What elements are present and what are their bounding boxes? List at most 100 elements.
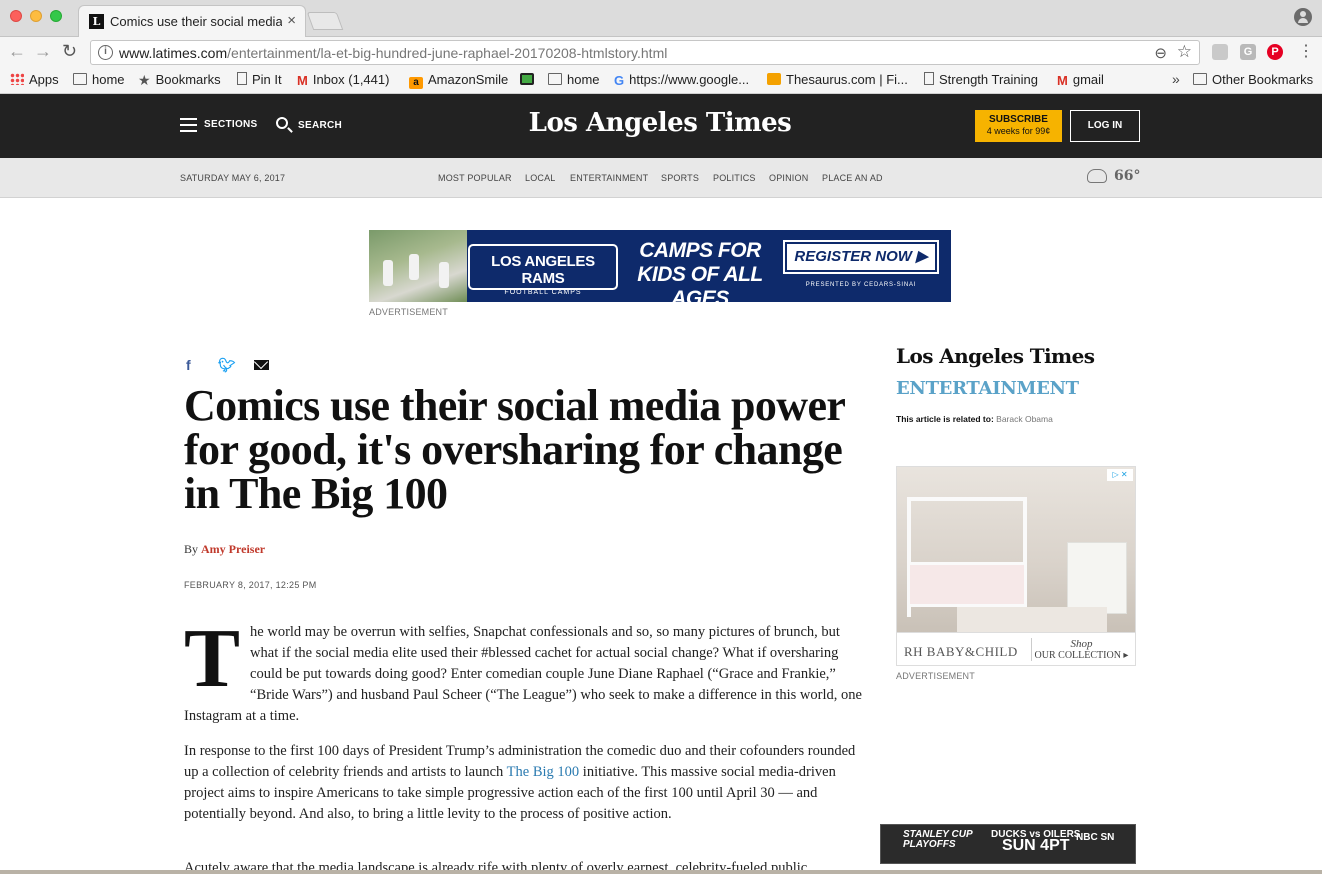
zoom-icon[interactable]: ⊖ <box>1154 44 1167 62</box>
close-tab-icon[interactable]: × <box>287 12 296 29</box>
big-100-link[interactable]: The Big 100 <box>507 764 580 780</box>
bookmark-gmail[interactable]: Mgmail <box>1057 72 1104 88</box>
ad-brand-bar: RH BABY&CHILD Shop OUR COLLECTION ▸ <box>897 632 1135 665</box>
page-icon <box>924 72 934 85</box>
article-paragraph: The world may be overrun with selfies, S… <box>184 612 866 727</box>
rh-baby-child-advertisement[interactable]: ▷ ✕ RH BABY&CHILD Shop OUR COLLECTION ▸ <box>896 466 1136 666</box>
drop-cap: T <box>184 612 241 705</box>
sidebar-section-title[interactable]: ENTERTAINMENT <box>896 378 1079 399</box>
adchoices-icon[interactable]: ▷ ✕ <box>1107 469 1133 481</box>
temperature: 66° <box>1114 168 1141 184</box>
sidebar-logo[interactable]: Los Angeles Times <box>896 344 1095 368</box>
bookmark-bookmarks[interactable]: ★ Bookmarks <box>138 72 221 89</box>
subscribe-label: SUBSCRIBE <box>989 114 1048 125</box>
section-nav-bar: SATURDAY MAY 6, 2017 MOST POPULAR LOCAL … <box>0 158 1322 198</box>
rams-subtitle: FOOTBALL CAMPS <box>504 289 582 296</box>
forward-arrow-icon[interactable]: → <box>34 41 52 62</box>
more-bookmarks-chevron-icon[interactable]: » <box>1172 71 1180 87</box>
bookmark-home[interactable]: home <box>73 72 125 87</box>
shop-label: Shop <box>1070 638 1093 650</box>
maximize-window-button[interactable] <box>50 10 62 22</box>
dropbox-extension-icon[interactable] <box>1212 44 1228 60</box>
collection-label: OUR COLLECTION ▸ <box>1034 650 1129 661</box>
browser-tab-active[interactable]: L Comics use their social media power fo… <box>78 5 306 37</box>
gmail-icon: M <box>297 73 308 88</box>
g-extension-icon[interactable]: G <box>1240 44 1256 60</box>
address-bar[interactable]: i www.latimes.com/entertainment/la-et-bi… <box>90 40 1200 65</box>
ad-presented-by: PRESENTED BY CEDARS-SINAI <box>805 282 917 288</box>
email-share-icon[interactable] <box>254 360 269 370</box>
rams-camp-advertisement[interactable]: LOS ANGELES RAMS FOOTBALL CAMPS CAMPS FO… <box>369 230 951 302</box>
related-topic-link[interactable]: Barack Obama <box>996 414 1053 424</box>
close-window-button[interactable] <box>10 10 22 22</box>
search-button[interactable]: SEARCH <box>298 120 342 131</box>
nav-sports[interactable]: SPORTS <box>661 173 699 183</box>
advertisement-label: ADVERTISEMENT <box>896 671 975 681</box>
login-button[interactable]: LOG IN <box>1070 110 1140 142</box>
browser-toolbar: ← → ↻ i www.latimes.com/entertainment/la… <box>0 37 1322 68</box>
paragraph-text: he world may be overrun with selfies, Sn… <box>184 624 862 724</box>
url-text[interactable]: www.latimes.com/entertainment/la-et-big-… <box>119 45 667 61</box>
byline-prefix: By <box>184 542 199 556</box>
url-host: www.latimes.com <box>119 45 228 61</box>
bookmark-label: Apps <box>29 72 59 87</box>
related-topic: This article is related to: Barack Obama <box>896 414 1053 424</box>
nav-opinion[interactable]: OPINION <box>769 173 808 183</box>
profile-icon[interactable] <box>1294 8 1312 26</box>
bookmark-label: home <box>92 72 125 87</box>
ad-headline: CAMPS FOR KIDS OF ALL AGES <box>637 239 763 302</box>
bookmark-pin-it[interactable]: Pin It <box>237 72 282 87</box>
advertisement-label: ADVERTISEMENT <box>369 307 448 317</box>
author-link[interactable]: Amy Preiser <box>201 542 265 556</box>
bookmark-extension[interactable] <box>520 72 539 87</box>
amazon-icon: a <box>409 77 423 89</box>
nav-most-popular[interactable]: MOST POPULAR <box>438 173 512 183</box>
bookmark-google[interactable]: Ghttps://www.google... <box>614 72 749 88</box>
article-paragraph: In response to the first 100 days of Pre… <box>184 741 866 825</box>
other-bookmarks[interactable]: Other Bookmarks <box>1193 72 1313 87</box>
bookmark-label: Thesaurus.com | Fi... <box>786 72 908 87</box>
bookmark-thesaurus[interactable]: Thesaurus.com | Fi... <box>767 72 908 87</box>
minimize-window-button[interactable] <box>30 10 42 22</box>
green-app-icon <box>520 73 534 85</box>
new-tab-button[interactable] <box>306 12 344 30</box>
bookmark-strength-training[interactable]: Strength Training <box>924 72 1038 87</box>
search-icon[interactable] <box>276 117 288 129</box>
ad-room-image <box>897 467 1135 632</box>
site-logo[interactable]: Los Angeles Times <box>480 108 840 138</box>
twitter-share-icon[interactable]: 🐦︎ <box>218 357 236 374</box>
shop-collection-link[interactable]: Shop OUR COLLECTION ▸ <box>1031 638 1131 661</box>
browser-menu-icon[interactable]: ⋮ <box>1298 41 1314 61</box>
site-info-icon[interactable]: i <box>98 45 113 60</box>
nav-place-an-ad[interactable]: PLACE AN AD <box>822 173 883 183</box>
bookmark-star-icon[interactable]: ☆ <box>1177 42 1192 62</box>
bookmark-amazonsmile[interactable]: a AmazonSmile <box>409 72 508 89</box>
subscribe-button[interactable]: SUBSCRIBE 4 weeks for 99¢ <box>975 110 1062 142</box>
bookmark-label: gmail <box>1072 72 1104 87</box>
bookmark-home-2[interactable]: home <box>548 72 600 87</box>
register-now-button[interactable]: REGISTER NOW ▶ <box>783 240 939 274</box>
folder-icon <box>548 73 562 85</box>
nav-entertainment[interactable]: ENTERTAINMENT <box>570 173 648 183</box>
nav-politics[interactable]: POLITICS <box>713 173 756 183</box>
pinterest-extension-icon[interactable]: P <box>1267 44 1283 60</box>
sections-button[interactable]: SECTIONS <box>204 119 258 130</box>
reload-icon[interactable]: ↻ <box>62 41 77 62</box>
matchup: DUCKS vs OILERS SUN 4PT <box>991 829 1080 854</box>
google-icon: G <box>614 73 625 88</box>
hamburger-menu-icon[interactable] <box>180 118 197 132</box>
back-arrow-icon[interactable]: ← <box>8 41 26 62</box>
stanley-cup-advertisement[interactable]: STANLEY CUP PLAYOFFS DUCKS vs OILERS SUN 4… <box>880 824 1136 864</box>
bookmark-apps[interactable]: Apps <box>10 72 59 87</box>
page-bottom-edge <box>0 870 1322 874</box>
nav-local[interactable]: LOCAL <box>525 173 556 183</box>
rh-brand: RH BABY&CHILD <box>904 644 1018 659</box>
browser-tabstrip: L Comics use their social media power fo… <box>0 0 1322 37</box>
facebook-share-icon[interactable]: f <box>186 357 191 373</box>
bookmark-inbox[interactable]: M Inbox (1,441) <box>297 72 389 88</box>
bookmark-label: Bookmarks <box>155 72 221 87</box>
star-icon: ★ <box>138 72 151 88</box>
bookmark-label: Strength Training <box>939 72 1039 87</box>
bookmarks-bar: Apps home ★ Bookmarks Pin It M Inbox (1,44… <box>0 68 1322 94</box>
thesaurus-icon <box>767 73 781 85</box>
